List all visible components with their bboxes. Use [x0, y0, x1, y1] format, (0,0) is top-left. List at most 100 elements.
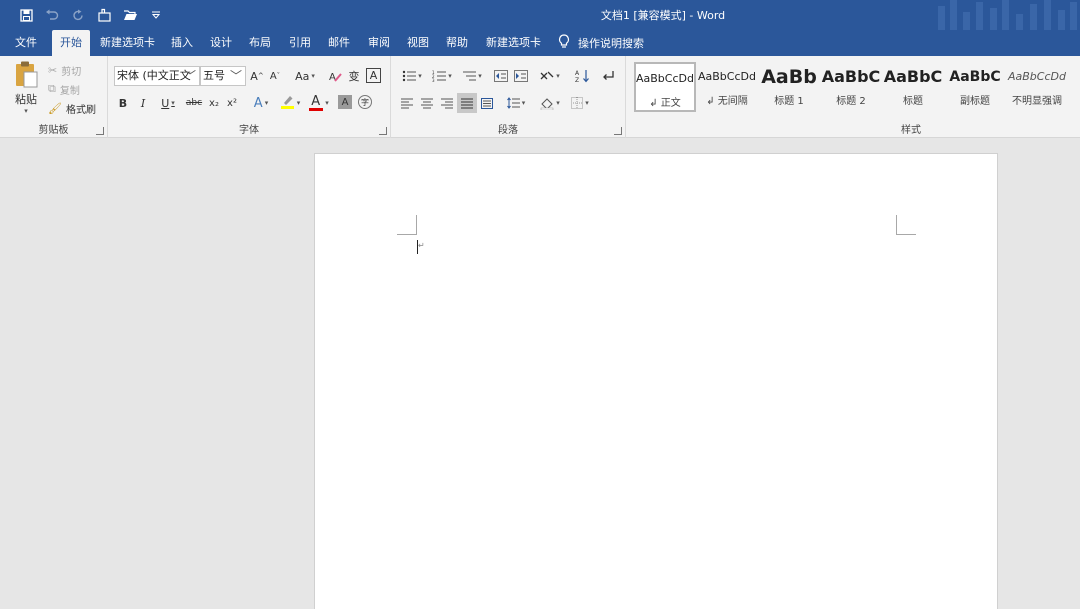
tab-help[interactable]: 帮助 [446, 30, 468, 56]
character-border-label: A [369, 69, 378, 82]
grow-font-icon[interactable]: A ^ [250, 68, 264, 84]
show-formatting-marks-icon[interactable] [599, 68, 617, 84]
tab-review[interactable]: 审阅 [368, 30, 390, 56]
text-effects-icon[interactable]: A [250, 94, 272, 112]
bullets-icon[interactable] [399, 68, 425, 84]
line-spacing-icon[interactable] [503, 94, 529, 112]
style-name: ↲ 正文 [649, 98, 681, 109]
character-shading-label: A [341, 96, 349, 108]
align-right-icon[interactable] [439, 94, 455, 112]
style-title[interactable]: AaBbC 标题 [882, 62, 944, 112]
margin-mark-top-right [896, 215, 916, 235]
svg-text:3: 3 [432, 78, 435, 82]
style-name: 标题 1 [774, 96, 804, 107]
window-title: 文档1 [兼容模式] - Word [600, 9, 726, 22]
paragraph-group-label: 段落 [498, 125, 518, 136]
tab-insert[interactable]: 插入 [171, 30, 193, 56]
clear-formatting-icon[interactable]: A [327, 68, 343, 84]
scissors-icon: ✂ [48, 63, 58, 77]
italic-label: I [140, 96, 146, 110]
phonetic-guide-label: 变 [348, 70, 360, 83]
superscript-label: x² [227, 97, 237, 109]
font-launcher-icon[interactable] [379, 127, 387, 135]
style-name: ↲ 无间隔 [706, 96, 748, 107]
font-name-select[interactable]: 宋体 (中文正文 ﹀ [114, 66, 200, 86]
tell-me-label: 操作说明搜索 [578, 37, 644, 50]
multilevel-list-icon[interactable] [459, 68, 485, 84]
style-sample: AaBbCcDd [1008, 70, 1066, 83]
shrink-font-icon[interactable]: Aˇ [268, 68, 282, 84]
format-painter-label: 格式刷 [65, 104, 96, 116]
ribbon-tabs: 文件 开始 新建选项卡 插入 设计 布局 引用 邮件 审阅 视图 帮助 新建选项… [0, 30, 1080, 56]
tell-me-search[interactable]: 操作说明搜索 [558, 30, 644, 56]
clipboard-group-label: 剪贴板 [38, 125, 69, 136]
style-sample: AaBbC [821, 67, 881, 86]
numbering-icon[interactable]: 123 [429, 68, 455, 84]
paragraph-group: 123 AZ [391, 56, 626, 138]
justify-icon[interactable] [457, 93, 477, 113]
increase-indent-icon[interactable] [513, 68, 529, 84]
italic-button[interactable]: I [136, 94, 150, 112]
decrease-indent-icon[interactable] [493, 68, 509, 84]
subscript-button[interactable]: x₂ [206, 94, 222, 112]
chevron-down-icon: ﹀ [183, 69, 196, 83]
underline-label: U [161, 96, 170, 110]
style-name: 标题 2 [836, 96, 866, 107]
font-size-value: 五号 [203, 69, 225, 82]
tab-layout[interactable]: 布局 [249, 30, 271, 56]
phonetic-guide-button[interactable]: 变 [346, 68, 362, 84]
style-no-spacing[interactable]: AaBbCcDd ↲ 无间隔 [696, 62, 758, 112]
document-canvas[interactable]: ↵ [0, 138, 1080, 609]
enclose-characters-button[interactable]: 字 [358, 95, 372, 109]
style-subtle-emphasis[interactable]: AaBbCcDd 不明显强调 [1006, 62, 1068, 112]
paste-dropdown-icon[interactable]: ▾ [24, 107, 28, 115]
superscript-button[interactable]: x² [224, 94, 240, 112]
align-left-icon[interactable] [399, 94, 415, 112]
tab-new-2[interactable]: 新建选项卡 [486, 30, 541, 56]
chinese-layout-icon[interactable] [537, 68, 563, 84]
font-color-icon: A [309, 94, 324, 111]
document-page[interactable]: ↵ [314, 153, 998, 609]
highlight-color-button[interactable] [278, 94, 302, 112]
tab-home[interactable]: 开始 [52, 30, 90, 56]
ribbon: 粘贴 ▾ ✂ 剪切 ⧉ 复制 🖌 格式刷 剪贴板 宋体 (中文正文 ﹀ 五号 ﹀… [0, 56, 1080, 138]
style-heading-1[interactable]: AaBb 标题 1 [758, 62, 820, 112]
bold-button[interactable]: B [116, 94, 130, 112]
change-case-button[interactable]: Aa [292, 68, 318, 84]
paragraph-launcher-icon[interactable] [614, 127, 622, 135]
format-painter-button[interactable]: 🖌 格式刷 [48, 100, 96, 116]
font-size-select[interactable]: 五号 ﹀ [200, 66, 246, 86]
style-sample: AaBb [761, 66, 817, 88]
character-border-button[interactable]: A [366, 68, 381, 83]
clipboard-launcher-icon[interactable] [96, 127, 104, 135]
character-shading-button[interactable]: A [338, 95, 352, 109]
paragraph-mark-icon: ↵ [418, 241, 425, 250]
style-normal[interactable]: AaBbCcDd ↲ 正文 [634, 62, 696, 112]
borders-icon[interactable] [567, 94, 593, 112]
style-heading-2[interactable]: AaBbC 标题 2 [820, 62, 882, 112]
distributed-icon[interactable] [479, 94, 495, 112]
copy-button[interactable]: ⧉ 复制 [48, 81, 80, 97]
paste-button[interactable]: 粘贴 ▾ [8, 60, 44, 115]
align-center-icon[interactable] [419, 94, 435, 112]
shading-icon[interactable] [537, 94, 563, 112]
change-case-label: Aa [295, 69, 310, 83]
style-sample: AaBbC [883, 67, 943, 86]
tab-file[interactable]: 文件 [15, 30, 37, 56]
lightbulb-icon [558, 34, 570, 52]
style-sample: AaBbC [949, 69, 1001, 85]
tab-new-1[interactable]: 新建选项卡 [100, 30, 155, 56]
tab-references[interactable]: 引用 [289, 30, 311, 56]
title-bar: 文档1 [兼容模式] - Word [0, 0, 1080, 30]
style-subtitle[interactable]: AaBbC 副标题 [944, 62, 1006, 112]
cut-button[interactable]: ✂ 剪切 [48, 62, 81, 78]
subscript-label: x₂ [209, 97, 219, 109]
styles-gallery: AaBbCcDd ↲ 正文 AaBbCcDd ↲ 无间隔 AaBb 标题 1 A… [632, 62, 1080, 114]
tab-design[interactable]: 设计 [210, 30, 232, 56]
tab-view[interactable]: 视图 [407, 30, 429, 56]
tab-mailings[interactable]: 邮件 [328, 30, 350, 56]
font-color-button[interactable]: A [307, 94, 331, 112]
underline-button[interactable]: U [156, 94, 180, 112]
strikethrough-button[interactable]: abc [184, 94, 204, 112]
sort-icon[interactable]: AZ [573, 68, 591, 84]
